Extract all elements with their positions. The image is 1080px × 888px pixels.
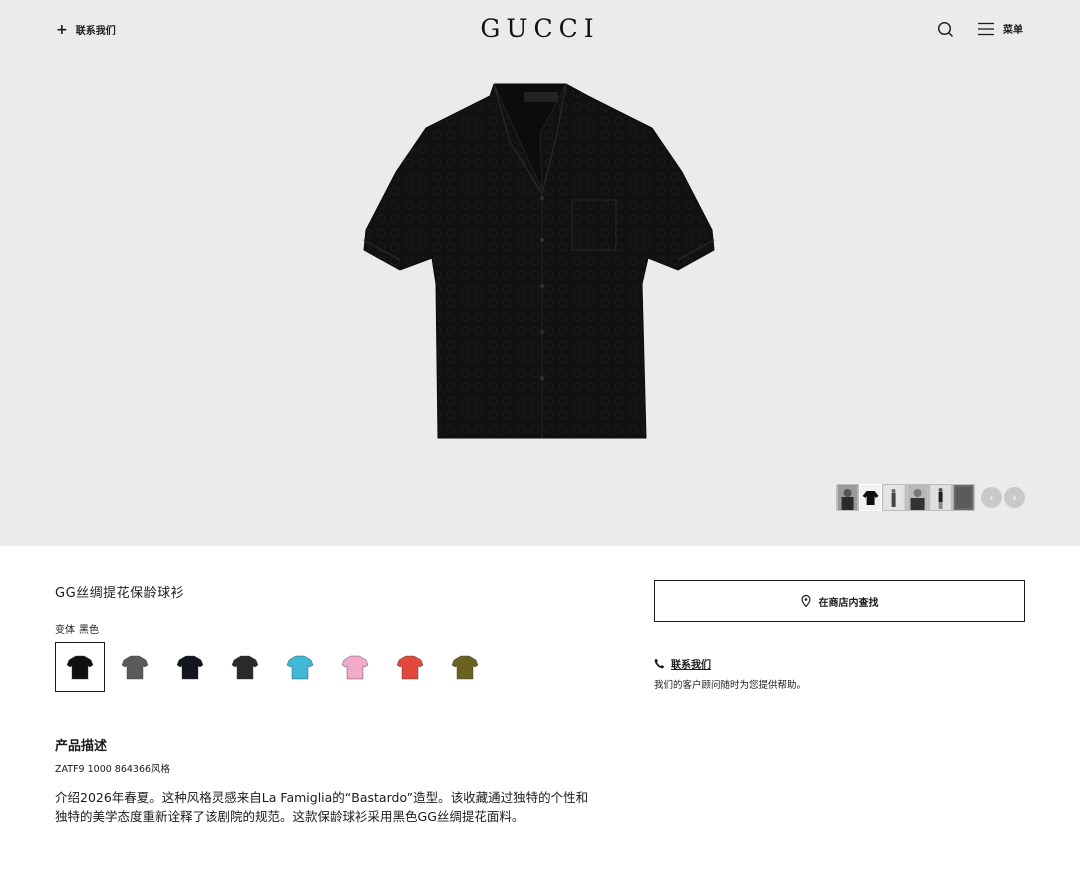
map-pin-icon xyxy=(800,595,811,607)
thumbnail-5[interactable] xyxy=(929,485,951,510)
thumbnail-strip xyxy=(836,484,975,511)
variant-swatch-2[interactable] xyxy=(110,642,160,692)
shirt-icon xyxy=(231,655,259,680)
hamburger-icon xyxy=(978,22,994,35)
variant-swatch-7[interactable] xyxy=(385,642,435,692)
find-in-store-label: 在商店内查找 xyxy=(818,597,879,609)
shirt-icon xyxy=(286,655,314,680)
variant-label: 变体 xyxy=(55,625,75,636)
shirt-icon xyxy=(176,655,204,680)
shirt-icon xyxy=(341,655,369,680)
plus-icon: + xyxy=(56,21,68,38)
thumbnail-1[interactable] xyxy=(837,485,859,510)
shirt-icon xyxy=(451,655,479,680)
thumbnail-6[interactable] xyxy=(952,485,975,510)
variant-swatch-4[interactable] xyxy=(220,642,270,692)
product-title: GG丝绸提花保龄球衫 xyxy=(55,586,185,601)
variant-swatch-1[interactable] xyxy=(55,642,105,692)
product-shirt-image xyxy=(363,83,715,439)
variant-swatch-3[interactable] xyxy=(165,642,215,692)
chevron-left-icon[interactable]: ‹ xyxy=(981,487,1002,508)
search-icon[interactable] xyxy=(937,21,955,39)
contact-us-link[interactable]: 联系我们 xyxy=(654,656,711,671)
thumbnail-2[interactable] xyxy=(859,484,883,511)
description-text: 介绍2026年春夏。这种风格灵感来自La Famiglia的“Bastardo”… xyxy=(55,790,589,824)
variant-swatch-8[interactable] xyxy=(440,642,490,692)
menu-label: 菜单 xyxy=(1003,25,1023,36)
find-in-store-button[interactable]: 在商店内查找 xyxy=(654,580,1025,622)
shirt-icon xyxy=(66,655,94,680)
style-code: ZATF9 1000 864366风格 xyxy=(55,764,171,775)
header-contact-link[interactable]: + 联系我们 xyxy=(56,21,116,38)
gucci-logo[interactable]: GUCCI xyxy=(440,14,640,43)
shirt-icon xyxy=(121,655,149,680)
variant-value: 黑色 xyxy=(79,625,99,636)
variant-line: 变体 黑色 xyxy=(55,621,99,636)
product-hero: + 联系我们 GUCCI 菜单 ‹ › xyxy=(0,0,1080,546)
variant-swatch-6[interactable] xyxy=(330,642,380,692)
variant-swatches xyxy=(55,642,490,692)
site-header: + 联系我们 GUCCI 菜单 xyxy=(0,0,1080,62)
contact-us-label: 联系我们 xyxy=(671,660,711,671)
thumbnail-3[interactable] xyxy=(883,485,905,510)
phone-icon xyxy=(654,658,665,669)
menu-button[interactable]: 菜单 xyxy=(978,21,1023,36)
thumbnail-4[interactable] xyxy=(906,485,928,510)
description-heading: 产品描述 xyxy=(55,739,108,754)
chevron-right-icon[interactable]: › xyxy=(1004,487,1025,508)
help-text: 我们的客户顾问随时为您提供帮助。 xyxy=(654,680,807,691)
header-contact-label: 联系我们 xyxy=(75,26,116,37)
shirt-icon xyxy=(396,655,424,680)
variant-swatch-5[interactable] xyxy=(275,642,325,692)
